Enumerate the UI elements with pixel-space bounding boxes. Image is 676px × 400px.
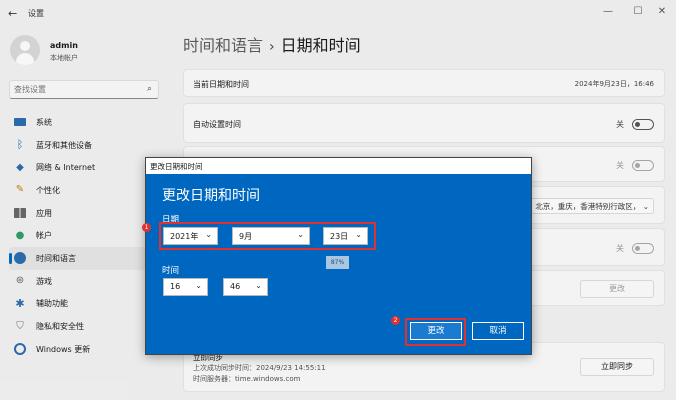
time-label: 时间 xyxy=(162,266,180,276)
dialog-heading: 更改日期和时间 xyxy=(162,188,260,204)
chevron-down-icon: ⌄ xyxy=(195,281,202,290)
change-button-highlight-box xyxy=(405,318,466,346)
dialog-cancel-button[interactable]: 取消 xyxy=(472,322,524,340)
date-highlight-box xyxy=(159,222,376,250)
step-badge-1: 1 xyxy=(142,223,151,232)
minute-value: 46 xyxy=(230,282,241,291)
minute-select[interactable]: 46 ⌄ xyxy=(223,278,268,296)
step-badge-2: 2 xyxy=(391,316,400,325)
zoom-indicator: 87% xyxy=(326,256,349,269)
hour-value: 16 xyxy=(170,282,181,291)
chevron-down-icon: ⌄ xyxy=(255,281,262,290)
dialog-title-bar: 更改日期和时间 xyxy=(146,158,531,174)
hour-select[interactable]: 16 ⌄ xyxy=(163,278,208,296)
